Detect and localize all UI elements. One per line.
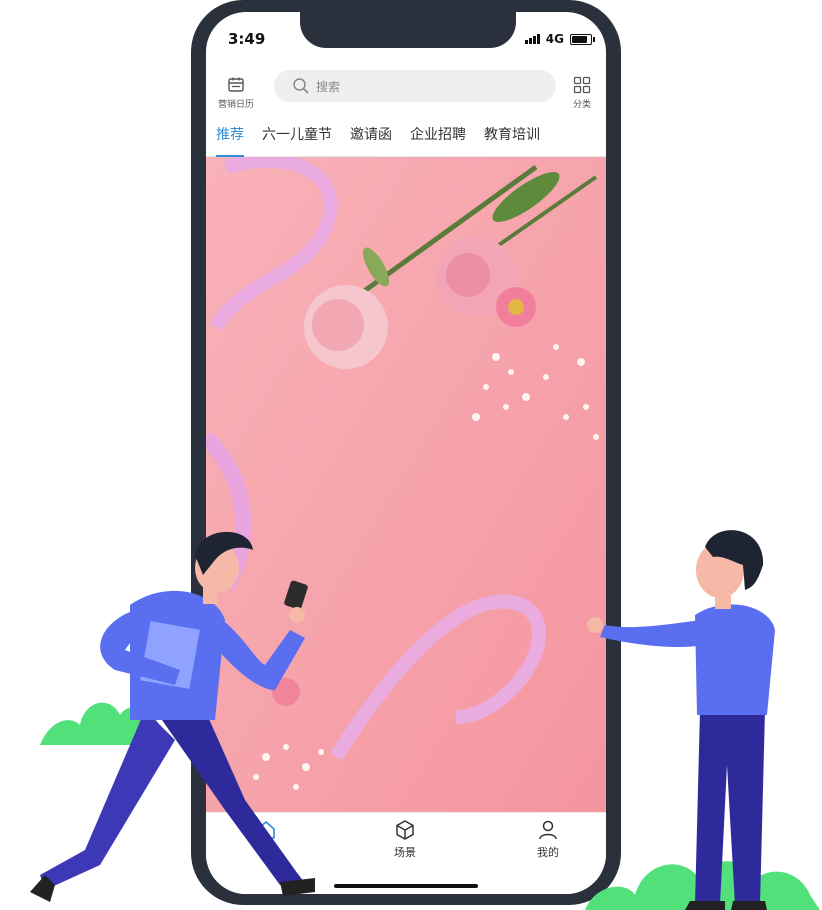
battery-icon bbox=[570, 33, 595, 45]
tab-recommend[interactable]: 推荐 bbox=[216, 120, 244, 157]
nav-mine-label: 我的 bbox=[537, 846, 559, 859]
top-bar: 营销日历 搜索 分类 bbox=[206, 70, 606, 120]
status-time: 3:49 bbox=[228, 30, 266, 48]
phone-notch bbox=[300, 0, 516, 48]
grid-icon bbox=[573, 76, 591, 94]
tab-recruitment[interactable]: 企业招聘 bbox=[410, 120, 466, 156]
calendar-button[interactable]: 营销日历 bbox=[216, 76, 256, 110]
tab-invitation[interactable]: 邀请函 bbox=[350, 120, 392, 156]
tab-education[interactable]: 教育培训 bbox=[484, 120, 540, 156]
standing-man-illustration bbox=[587, 530, 775, 910]
cube-icon bbox=[396, 820, 414, 840]
calendar-label: 营销日历 bbox=[217, 100, 254, 110]
home-indicator bbox=[334, 884, 478, 888]
category-tabs: 推荐 六一儿童节 邀请函 企业招聘 教育培训 bbox=[206, 120, 606, 157]
category-label: 分类 bbox=[572, 100, 591, 110]
running-man-illustration bbox=[30, 531, 315, 902]
calendar-icon bbox=[228, 77, 244, 92]
tab-childrens-day[interactable]: 六一儿童节 bbox=[262, 120, 332, 156]
search-icon bbox=[293, 78, 309, 94]
nav-scene[interactable]: 场景 bbox=[375, 819, 435, 860]
user-icon bbox=[539, 820, 557, 840]
signal-icon bbox=[524, 34, 540, 44]
nav-scene-label: 场景 bbox=[394, 846, 416, 859]
search-input[interactable]: 搜索 bbox=[274, 70, 556, 102]
category-button[interactable]: 分类 bbox=[564, 76, 600, 110]
network-label: 4G bbox=[545, 32, 564, 46]
nav-mine[interactable]: 我的 bbox=[518, 819, 578, 860]
search-placeholder: 搜索 bbox=[316, 79, 341, 94]
status-indicators: 4G bbox=[524, 32, 595, 46]
